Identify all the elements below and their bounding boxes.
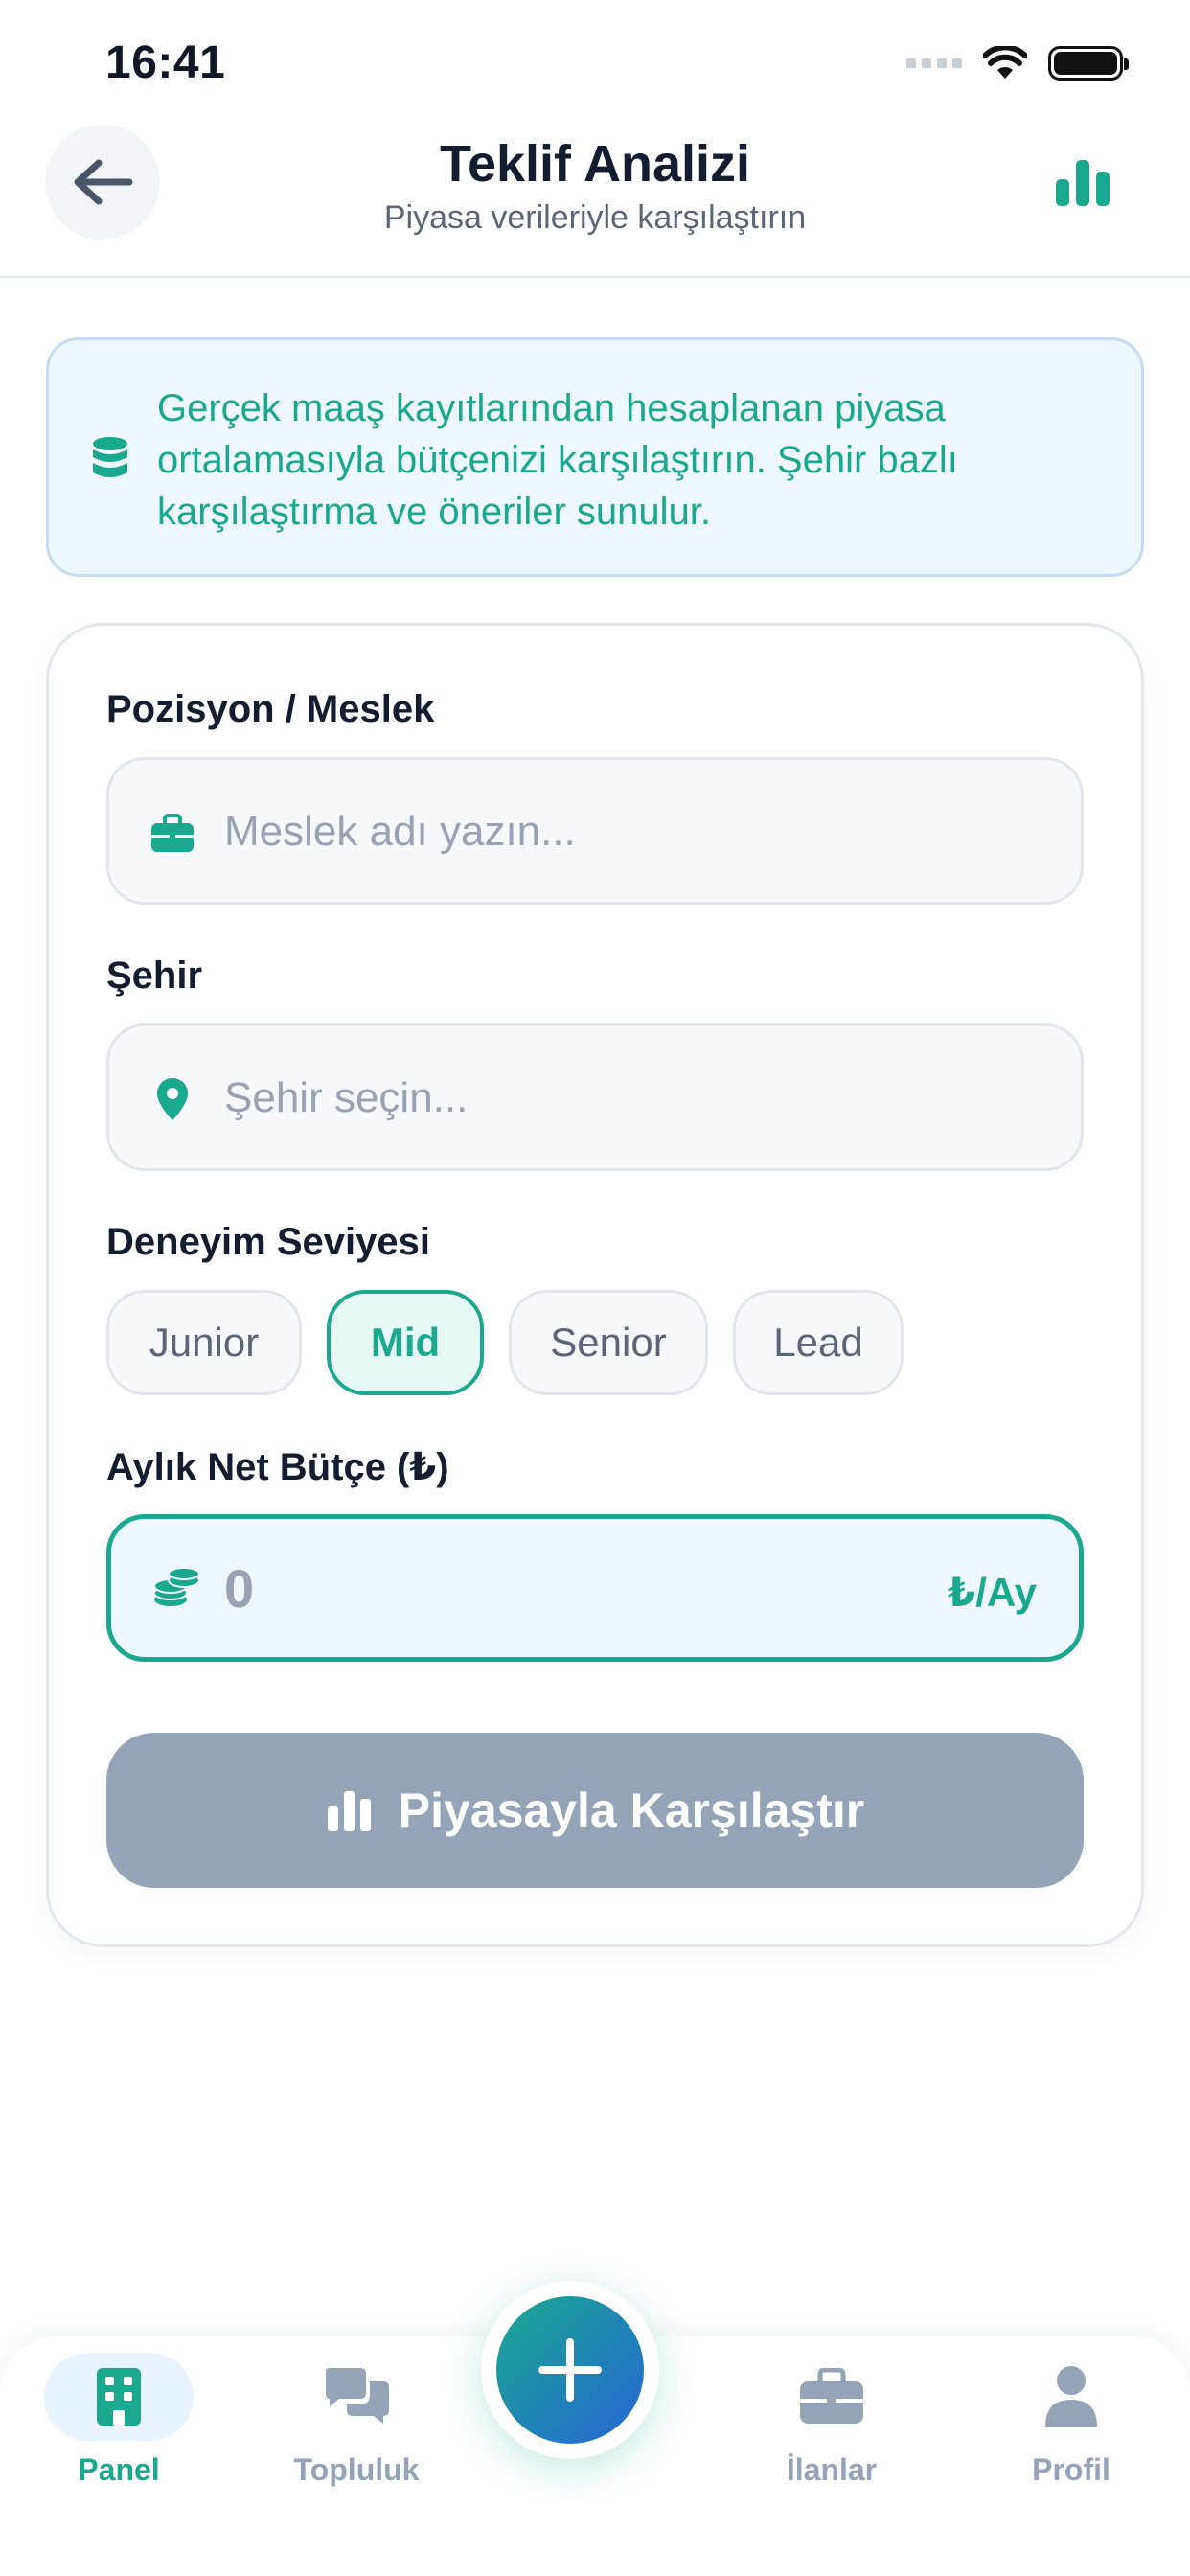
briefcase-icon xyxy=(151,814,194,852)
position-input-placeholder: Meslek adı yazın... xyxy=(224,808,576,855)
coins-icon xyxy=(153,1567,200,1606)
experience-chip-junior[interactable]: Junior xyxy=(106,1290,302,1395)
add-button[interactable] xyxy=(496,2296,644,2444)
status-icons xyxy=(906,46,1129,80)
map-pin-icon xyxy=(157,1078,188,1120)
city-label: Şehir xyxy=(106,954,203,997)
cellular-signal-icon xyxy=(906,58,962,68)
city-select-placeholder: Şehir seçin... xyxy=(224,1074,469,1121)
nav-label-panel: Panel xyxy=(78,2452,160,2487)
nav-label-profil: Profil xyxy=(1032,2452,1110,2487)
budget-label: Aylık Net Bütçe (₺) xyxy=(106,1446,449,1488)
budget-input-value: 0 xyxy=(224,1558,255,1619)
position-label: Pozisyon / Meslek xyxy=(106,688,435,730)
nav-item-panel[interactable]: Panel xyxy=(23,2353,215,2488)
compare-market-button-label: Piyasayla Karşılaştır xyxy=(398,1783,865,1837)
nav-item-ilanlar[interactable]: İlanlar xyxy=(736,2353,927,2488)
wifi-icon xyxy=(983,46,1027,79)
nav-label-topluluk: Topluluk xyxy=(293,2452,420,2487)
bar-chart-icon xyxy=(327,1791,371,1831)
user-icon xyxy=(1045,2366,1097,2426)
status-time: 16:41 xyxy=(105,37,226,88)
experience-chip-mid[interactable]: Mid xyxy=(327,1290,484,1395)
header-divider xyxy=(0,276,1190,278)
info-banner-text: Gerçek maaş kayıtlarından hesaplanan piy… xyxy=(157,387,958,533)
nav-label-ilanlar: İlanlar xyxy=(786,2452,878,2487)
chat-bubbles-icon xyxy=(326,2368,389,2424)
building-icon xyxy=(97,2368,141,2426)
compare-market-button[interactable]: Piyasayla Karşılaştır xyxy=(106,1733,1084,1888)
briefcase-icon xyxy=(800,2368,863,2424)
city-select[interactable]: Şehir seçin... xyxy=(106,1024,1084,1171)
experience-label: Deneyim Seviyesi xyxy=(106,1221,430,1263)
experience-chip-lead[interactable]: Lead xyxy=(733,1290,904,1395)
nav-item-topluluk[interactable]: Topluluk xyxy=(261,2353,452,2488)
experience-level-chips: Junior Mid Senior Lead xyxy=(106,1290,904,1395)
nav-item-profil[interactable]: Profil xyxy=(975,2353,1167,2488)
database-icon xyxy=(93,437,127,477)
page-title: Teklif Analizi xyxy=(439,135,751,193)
budget-input[interactable]: 0 ₺/Ay xyxy=(106,1514,1084,1662)
experience-chip-senior[interactable]: Senior xyxy=(509,1290,708,1395)
plus-icon xyxy=(538,2338,602,2402)
battery-icon xyxy=(1048,46,1129,80)
page-subtitle: Piyasa verileriyle karşılaştırın xyxy=(383,199,807,236)
position-input[interactable]: Meslek adı yazın... xyxy=(106,757,1084,905)
bar-chart-icon[interactable] xyxy=(1054,158,1111,206)
budget-unit: ₺/Ay xyxy=(947,1570,1037,1615)
info-banner: Gerçek maaş kayıtlarından hesaplanan piy… xyxy=(46,337,1144,577)
